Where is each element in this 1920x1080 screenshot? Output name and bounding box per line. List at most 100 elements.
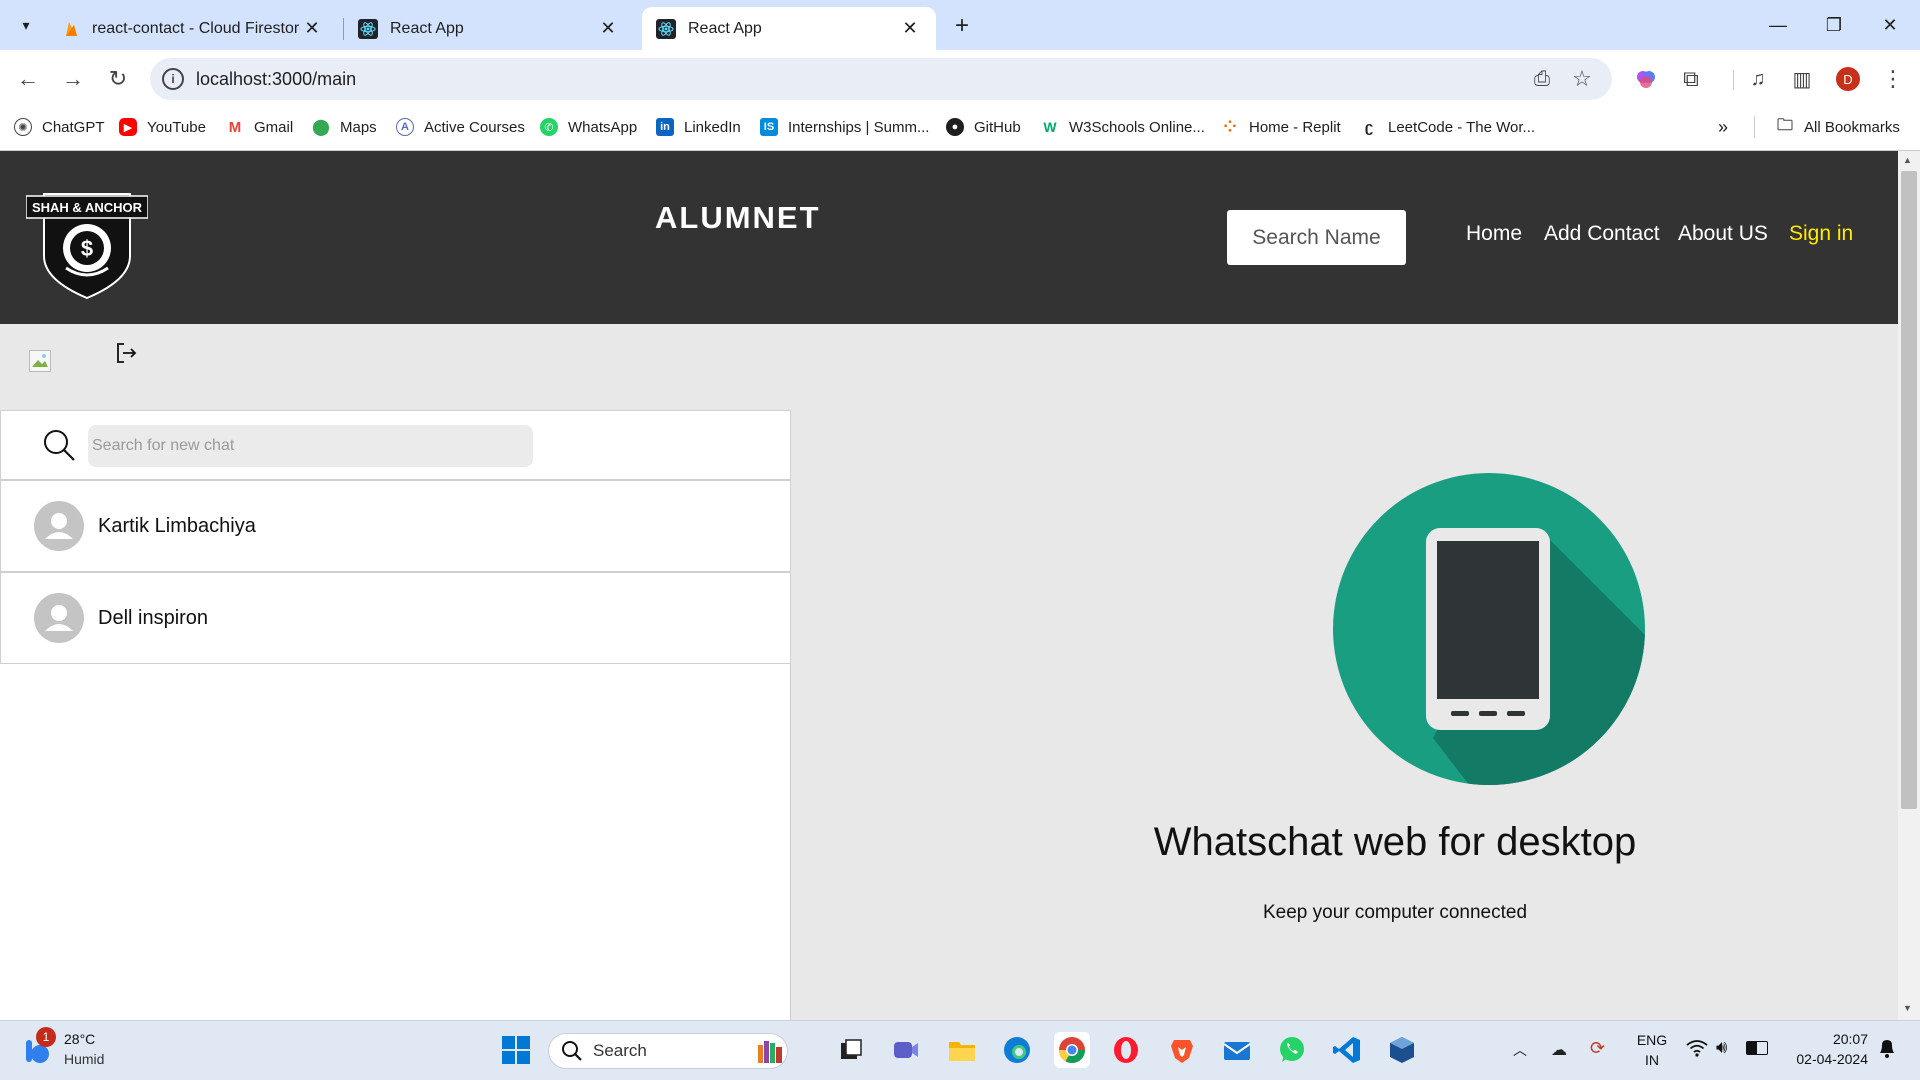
volume-icon[interactable]: 🔊︎ xyxy=(1716,1037,1727,1058)
side-panel-icon[interactable]: ▥ xyxy=(1782,59,1822,99)
windows-start-icon[interactable] xyxy=(498,1032,534,1068)
react-icon xyxy=(358,18,378,39)
scroll-up-arrow-icon[interactable]: ▲ xyxy=(1903,155,1912,165)
bookmark-item[interactable]: A Active Courses xyxy=(396,114,525,140)
bookmark-item[interactable]: ⬤ Maps xyxy=(312,114,377,140)
search-icon[interactable] xyxy=(42,428,76,462)
language-indicator[interactable]: ENG xyxy=(1635,1032,1669,1048)
chat-contact-name: Kartik Limbachiya xyxy=(98,514,256,537)
extensions-puzzle-icon[interactable]: ⧉ xyxy=(1671,59,1711,99)
brave-icon[interactable] xyxy=(1164,1032,1200,1068)
opera-icon[interactable] xyxy=(1108,1032,1144,1068)
scrollbar-thumb[interactable] xyxy=(1901,171,1917,809)
scroll-down-arrow-icon[interactable]: ▼ xyxy=(1903,1003,1912,1013)
show-hidden-icons-chevron-icon[interactable]: ︿ xyxy=(1513,1040,1527,1060)
extension-brain-icon[interactable] xyxy=(1626,59,1666,99)
task-view-icon[interactable] xyxy=(833,1032,869,1068)
profile-avatar[interactable]: D xyxy=(1836,67,1860,91)
bookmark-label: WhatsApp xyxy=(568,118,638,136)
new-chat-search-input[interactable] xyxy=(88,425,533,467)
close-tab-icon[interactable]: ✕ xyxy=(300,17,324,41)
clock-time[interactable]: 20:07 xyxy=(1788,1031,1868,1047)
browser-tab-strip: ▾ react-contact - Cloud Firestore ✕ Reac… xyxy=(0,0,1920,50)
close-tab-icon[interactable]: ✕ xyxy=(596,17,620,41)
chat-list-item[interactable]: Kartik Limbachiya xyxy=(0,480,791,572)
bookmark-label: Home - Replit xyxy=(1249,118,1341,136)
bookmark-item[interactable]: ⁘ Home - Replit xyxy=(1221,114,1341,140)
close-window-icon[interactable]: ✕ xyxy=(1862,0,1918,50)
onedrive-cloud-icon[interactable]: ☁ xyxy=(1551,1040,1567,1060)
maps-icon: ⬤ xyxy=(312,118,330,136)
page-scrollbar[interactable]: ▲ ▼ xyxy=(1898,151,1920,1020)
bookmark-item[interactable]: ✆ WhatsApp xyxy=(540,114,637,140)
phone-illustration xyxy=(1333,473,1645,785)
region-indicator[interactable]: IN xyxy=(1635,1052,1669,1068)
gmail-icon: M xyxy=(226,118,244,136)
bookmark-star-icon[interactable]: ☆ xyxy=(1562,59,1602,99)
logout-icon[interactable] xyxy=(113,340,139,366)
bookmark-item[interactable]: ▶ YouTube xyxy=(119,114,206,140)
mail-icon[interactable] xyxy=(1219,1032,1255,1068)
nav-home[interactable]: Home xyxy=(1466,222,1522,246)
search-name-input[interactable]: Search Name xyxy=(1227,210,1406,265)
meet-icon[interactable] xyxy=(888,1032,924,1068)
install-app-icon[interactable]: ⎙ xyxy=(1522,59,1562,99)
youtube-icon: ▶ xyxy=(119,118,137,136)
virtualbox-icon[interactable] xyxy=(1384,1032,1420,1068)
svg-text:SHAH & ANCHOR: SHAH & ANCHOR xyxy=(32,200,143,215)
bookmark-label: W3Schools Online... xyxy=(1069,118,1205,136)
bookmark-item[interactable]: M Gmail xyxy=(226,114,293,140)
battery-icon[interactable] xyxy=(1746,1041,1768,1055)
wifi-icon[interactable] xyxy=(1686,1039,1708,1062)
tab-title: react-contact - Cloud Firestore xyxy=(92,19,300,37)
media-control-icon[interactable]: ♫ xyxy=(1738,59,1778,99)
clock-date[interactable]: 02-04-2024 xyxy=(1778,1051,1868,1067)
close-tab-icon[interactable]: ✕ xyxy=(898,17,922,41)
sync-icon[interactable]: ⟳ xyxy=(1590,1038,1605,1059)
weather-description[interactable]: Humid xyxy=(64,1051,104,1067)
tab-react-app-active[interactable]: React App ✕ xyxy=(642,7,936,50)
nav-add-contact[interactable]: Add Contact xyxy=(1544,222,1660,246)
bookmark-label: Maps xyxy=(340,118,377,136)
nav-about-us[interactable]: About US xyxy=(1678,222,1768,246)
notification-bell-icon[interactable] xyxy=(1876,1036,1898,1060)
forward-arrow-icon[interactable]: → xyxy=(53,59,93,99)
more-bookmarks-chevron-icon[interactable]: » xyxy=(1718,114,1728,140)
tab-search-chevron-icon[interactable]: ▾ xyxy=(10,11,42,39)
back-arrow-icon[interactable]: ← xyxy=(8,59,48,99)
reload-icon[interactable]: ↻ xyxy=(98,59,138,99)
chat-list-item[interactable]: Dell inspiron xyxy=(0,572,791,664)
all-bookmarks-label: All Bookmarks xyxy=(1804,118,1900,136)
bookmark-item[interactable]: in LinkedIn xyxy=(656,114,741,140)
restore-icon[interactable]: ❐ xyxy=(1806,0,1862,50)
tab-firestore[interactable]: react-contact - Cloud Firestore ✕ xyxy=(48,7,338,50)
site-info-icon[interactable]: i xyxy=(162,68,184,90)
github-icon: ● xyxy=(946,118,964,136)
avatar xyxy=(34,501,84,551)
menu-dots-icon[interactable]: ⋮ xyxy=(1873,59,1913,99)
bookmark-item[interactable]: W W3Schools Online... xyxy=(1041,114,1205,140)
replit-icon: ⁘ xyxy=(1221,118,1239,136)
tab-react-app[interactable]: React App ✕ xyxy=(344,7,634,50)
bookmark-item[interactable]: ● GitHub xyxy=(946,114,1021,140)
whatsapp-icon[interactable] xyxy=(1274,1032,1310,1068)
weather-temperature[interactable]: 28°C xyxy=(64,1031,95,1047)
shah-anchor-logo[interactable]: SHAH & ANCHOR $ xyxy=(25,176,149,302)
chrome-browser-icon[interactable] xyxy=(1054,1032,1090,1068)
vscode-icon[interactable] xyxy=(1329,1032,1365,1068)
minimize-icon[interactable]: — xyxy=(1750,0,1806,50)
nav-sign-in[interactable]: Sign in xyxy=(1789,222,1853,246)
address-bar[interactable] xyxy=(150,58,1612,100)
leetcode-icon: ʗ xyxy=(1360,118,1378,136)
all-bookmarks-button[interactable]: 🗀 All Bookmarks xyxy=(1776,114,1900,140)
new-tab-button[interactable]: + xyxy=(946,10,978,42)
file-explorer-icon[interactable] xyxy=(944,1032,980,1068)
brand-title: ALUMNET xyxy=(655,200,821,235)
url-text[interactable]: localhost:3000/main xyxy=(196,69,356,90)
edge-browser-icon[interactable] xyxy=(999,1032,1035,1068)
bookmark-item[interactable]: ʗ LeetCode - The Wor... xyxy=(1360,114,1535,140)
taskbar-search-box[interactable] xyxy=(548,1033,788,1069)
bookmark-item[interactable]: ✺ ChatGPT xyxy=(14,114,105,140)
bookmark-item[interactable]: IS Internships | Summ... xyxy=(760,114,929,140)
user-avatar-broken-image[interactable] xyxy=(29,350,51,372)
